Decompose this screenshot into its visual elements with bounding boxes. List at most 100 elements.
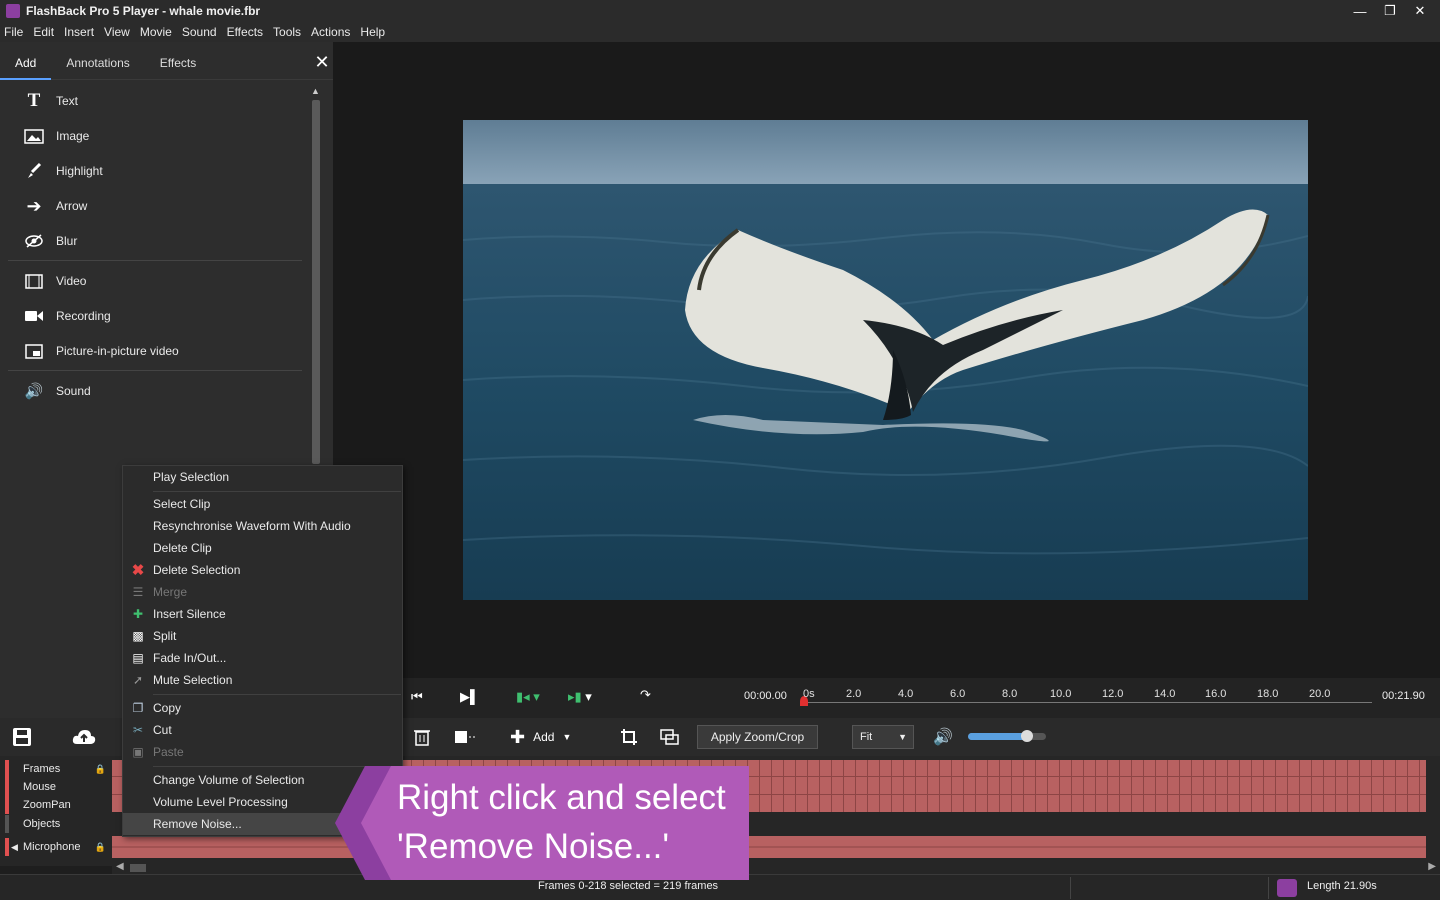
scroll-up-icon[interactable]: ▲ [311,86,320,96]
end-time: 00:21.90 [1382,690,1425,702]
lock-icon[interactable]: 🔒 [95,764,106,775]
volume-icon[interactable]: 🔊 [933,724,953,750]
cut-icon: ✂ [132,723,144,737]
timeline-scrollbar[interactable]: ◀ ▶ [112,861,1440,874]
timeline-bar [403,678,1440,718]
add-button[interactable]: ✚ Add ▼ [510,724,571,750]
track-zoompan[interactable]: ZoomPan [5,796,112,814]
mark-out-icon[interactable]: ▸▮ ▾ [568,689,592,705]
menu-item-label: Insert Silence [153,607,226,621]
scroll-right-icon[interactable]: ▶ [1428,861,1436,872]
menu-effects[interactable]: Effects [227,25,263,39]
timeline-ruler[interactable] [806,702,1372,703]
chevron-down-icon: ▼ [562,732,572,742]
menu-separator [153,694,401,695]
menu-bar: File Edit Insert View Movie Sound Effect… [0,22,1440,42]
menu-item-label: Merge [153,585,188,599]
crop-icon[interactable] [620,724,638,750]
play-icon[interactable]: ▶▌ [460,689,479,705]
speaker-icon: ◀ [11,841,18,852]
add-video-item[interactable]: Video [8,266,300,296]
add-highlight-item[interactable]: Highlight [8,156,300,186]
split-icon: ▩ [132,629,144,643]
menu-item-split[interactable]: ▩ Split [123,625,404,647]
save-icon[interactable] [12,724,32,750]
menu-item-select-clip[interactable]: Select Clip [123,493,404,515]
selection-status: Frames 0-218 selected = 219 frames [538,880,719,892]
current-time: 00:00.00 [744,690,787,702]
tab-annotations[interactable]: Annotations [51,48,144,80]
add-blur-item[interactable]: Blur [8,226,300,256]
menu-item-delete-clip[interactable]: Delete Clip [123,537,404,559]
panel-scroll-thumb[interactable] [312,100,320,464]
tick-label: 0s [803,688,815,700]
fit-select[interactable]: Fit ▼ [852,725,914,749]
lock-icon[interactable]: 🔒 [95,842,106,853]
track-frames[interactable]: Frames 🔒 [5,760,112,778]
menu-sound[interactable]: Sound [182,25,217,39]
add-image-item[interactable]: Image [8,121,300,151]
delete-icon[interactable] [414,724,430,750]
apply-zoom-crop-button[interactable]: Apply Zoom/Crop [697,725,818,749]
tab-effects[interactable]: Effects [145,48,211,80]
track-label: Frames [23,763,61,775]
skip-start-icon[interactable]: ⏮ [411,689,423,705]
add-text-item[interactable]: T Text [8,86,300,116]
microphone-waveform[interactable] [112,836,1426,858]
minimize-icon[interactable]: — [1345,0,1375,22]
track-microphone[interactable]: ◀ Microphone 🔒 [5,838,112,856]
menu-help[interactable]: Help [360,25,385,39]
clip-tool-icon[interactable] [452,724,476,750]
menu-item-insert-silence[interactable]: ✚ Insert Silence [123,603,404,625]
fit-select-value: Fit [860,731,873,743]
menu-view[interactable]: View [104,25,130,39]
menu-item-label: Copy [153,701,182,715]
app-icon [6,4,20,18]
add-item-label: Blur [56,234,78,248]
panel-tabs: Add Annotations Effects [0,48,333,80]
menu-item-mute-selection[interactable]: ➚ Mute Selection [123,669,404,691]
menu-movie[interactable]: Movie [140,25,172,39]
paste-icon: ▣ [132,745,144,759]
restore-icon[interactable]: ❐ [1375,0,1405,22]
track-objects[interactable]: Objects [5,815,112,833]
tab-add[interactable]: Add [0,48,52,80]
volume-fill [968,733,1027,740]
menu-item-paste: ▣ Paste [123,741,404,763]
volume-knob[interactable] [1020,730,1033,742]
video-frame [463,120,1308,600]
image-icon [20,126,48,146]
pip-icon [20,341,48,361]
menu-actions[interactable]: Actions [311,25,350,39]
menu-item-fade[interactable]: ▤ Fade In/Out... [123,647,404,669]
menu-tools[interactable]: Tools [273,25,301,39]
add-item-label: Video [56,274,87,288]
add-recording-item[interactable]: Recording [8,301,300,331]
close-panel-icon[interactable]: ✕ [312,52,332,72]
add-arrow-item[interactable]: ➔ Arrow [8,191,300,221]
add-pip-item[interactable]: Picture-in-picture video [8,336,300,366]
menu-insert[interactable]: Insert [64,25,94,39]
title-bar: FlashBack Pro 5 Player - whale movie.fbr [0,0,1440,22]
close-icon[interactable]: ✕ [1405,0,1435,22]
add-item-label: Recording [56,309,111,323]
add-sound-item[interactable]: 🔊 Sound [8,376,300,406]
menu-item-delete-selection[interactable]: ✖ Delete Selection [123,559,404,581]
mute-icon: ➚ [132,673,144,687]
menu-item-play-selection[interactable]: Play Selection [123,466,404,488]
track-mouse[interactable]: Mouse [5,778,112,796]
upload-icon[interactable] [72,724,96,750]
menu-item-cut[interactable]: ✂ Cut [123,719,404,741]
mark-in-icon[interactable]: ▮◂ ▾ [516,689,540,705]
menu-item-copy[interactable]: ❐ Copy [123,697,404,719]
menu-item-resync[interactable]: Resynchronise Waveform With Audio [123,515,404,537]
loop-icon[interactable]: ↷ [640,687,651,703]
tick-label: 16.0 [1205,688,1227,700]
scroll-left-icon[interactable]: ◀ [116,861,124,872]
timeline-scroll-thumb[interactable] [130,864,146,872]
insert-silence-icon: ✚ [132,607,144,621]
zoom-region-icon[interactable] [660,724,680,750]
menu-file[interactable]: File [4,25,23,39]
sound-icon: 🔊 [24,383,44,400]
menu-edit[interactable]: Edit [33,25,54,39]
